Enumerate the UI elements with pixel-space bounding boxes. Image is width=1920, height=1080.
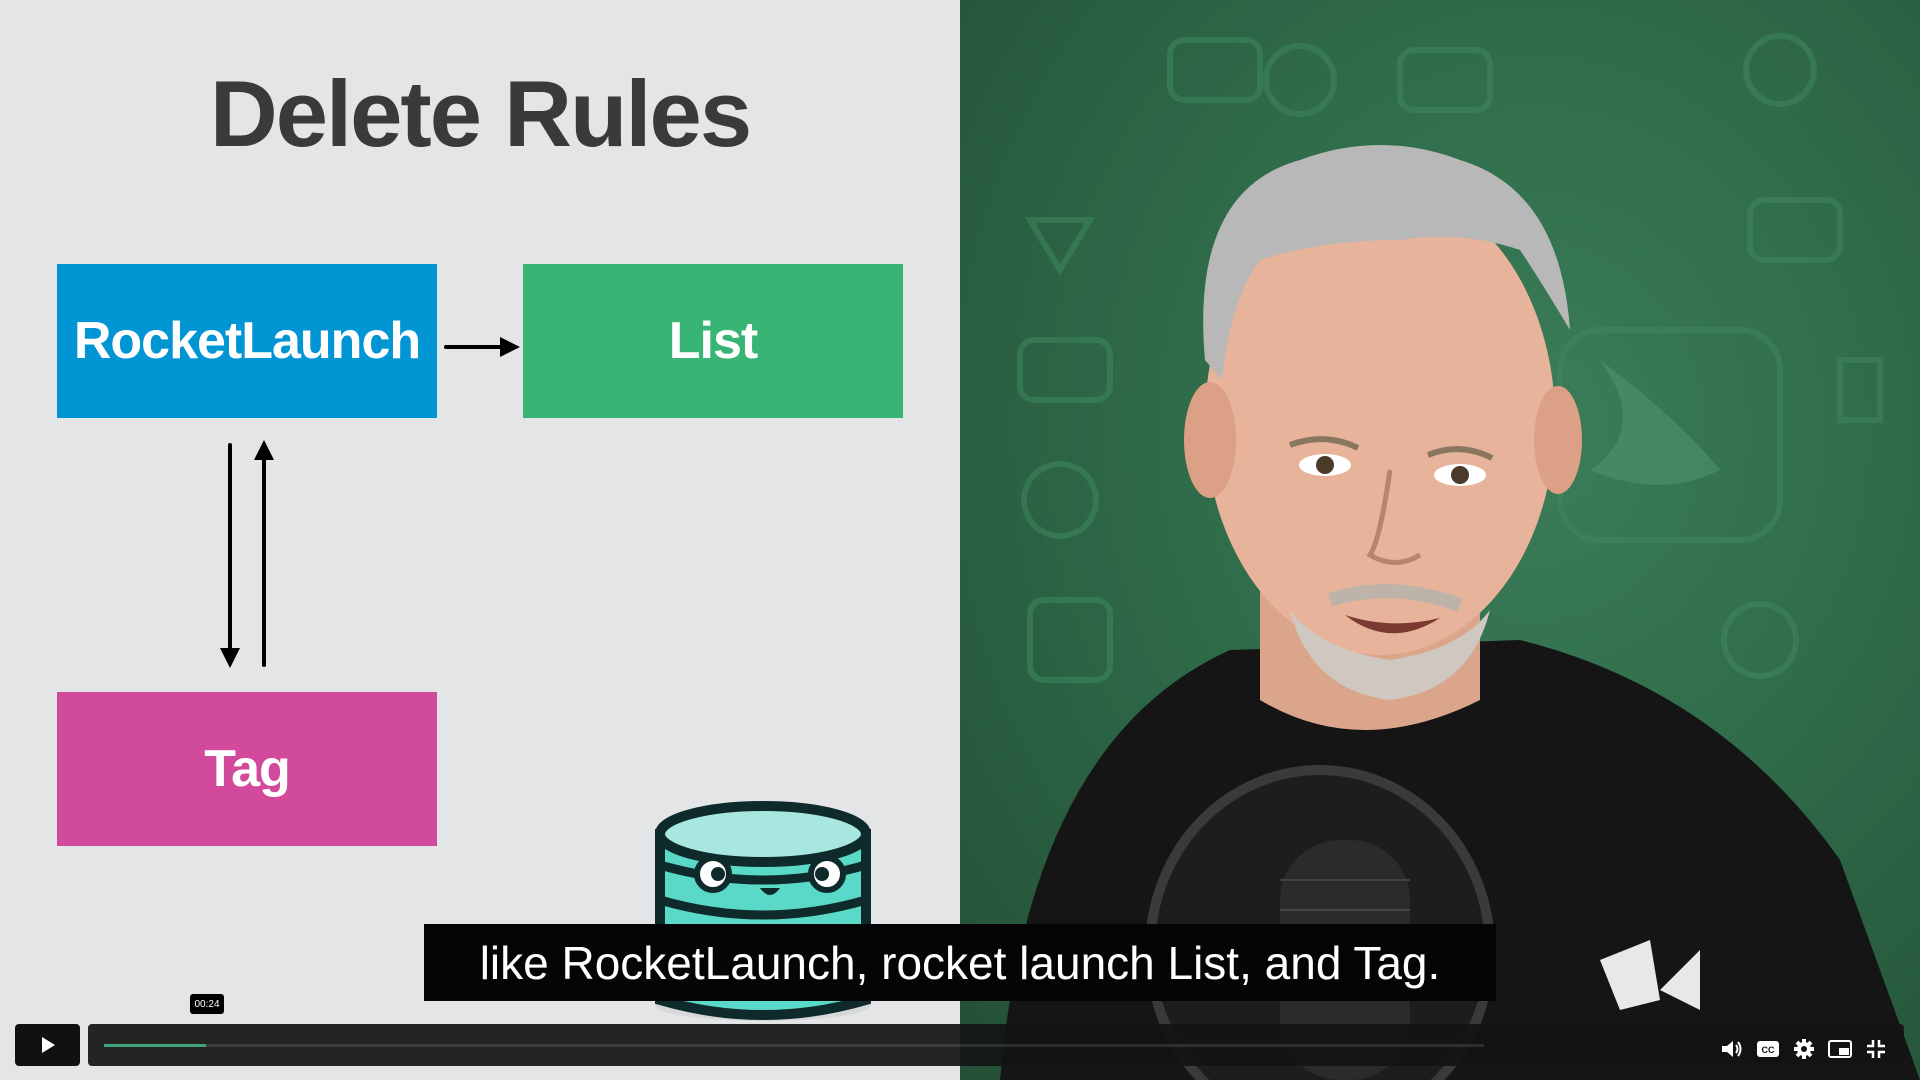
- slide-title: Delete Rules: [209, 61, 752, 166]
- subtitle-caption: like RocketLaunch, rocket launch List, a…: [424, 924, 1496, 1001]
- current-time-tooltip: 00:24: [190, 994, 224, 1014]
- arrow-rocket-to-list: [444, 337, 520, 357]
- closed-captions-icon: CC: [1757, 1041, 1779, 1057]
- exit-fullscreen-button[interactable]: [1864, 1037, 1888, 1061]
- progress-track-line: [104, 1044, 1484, 1047]
- volume-button[interactable]: [1720, 1037, 1744, 1061]
- closed-captions-button[interactable]: CC: [1756, 1037, 1780, 1061]
- settings-button[interactable]: [1792, 1037, 1816, 1061]
- volume-icon: [1722, 1041, 1742, 1057]
- picture-in-picture-icon: [1828, 1040, 1852, 1058]
- player-right-controls: CC: [1720, 1037, 1888, 1061]
- presenter-figure: [1000, 33, 1920, 1080]
- progress-bar[interactable]: CC: [88, 1024, 1904, 1066]
- arrow-rocket-to-tag: [220, 443, 240, 668]
- exit-fullscreen-icon: [1867, 1040, 1885, 1058]
- play-icon: [41, 1037, 55, 1053]
- tag-box: Tag: [57, 692, 437, 846]
- settings-icon: [1794, 1039, 1814, 1059]
- rocketlaunch-box: RocketLaunch: [57, 264, 437, 418]
- slide-panel: Delete Rules RocketLaunch List Tag: [0, 0, 960, 1080]
- presenter-video: [960, 0, 1920, 1080]
- video-player-controls: CC: [0, 1020, 1920, 1080]
- list-box: List: [523, 264, 903, 418]
- progress-fill: [104, 1044, 206, 1047]
- arrow-tag-to-rocket: [254, 440, 274, 667]
- svg-text:CC: CC: [1762, 1045, 1775, 1055]
- play-button[interactable]: [15, 1024, 80, 1066]
- picture-in-picture-button[interactable]: [1828, 1037, 1852, 1061]
